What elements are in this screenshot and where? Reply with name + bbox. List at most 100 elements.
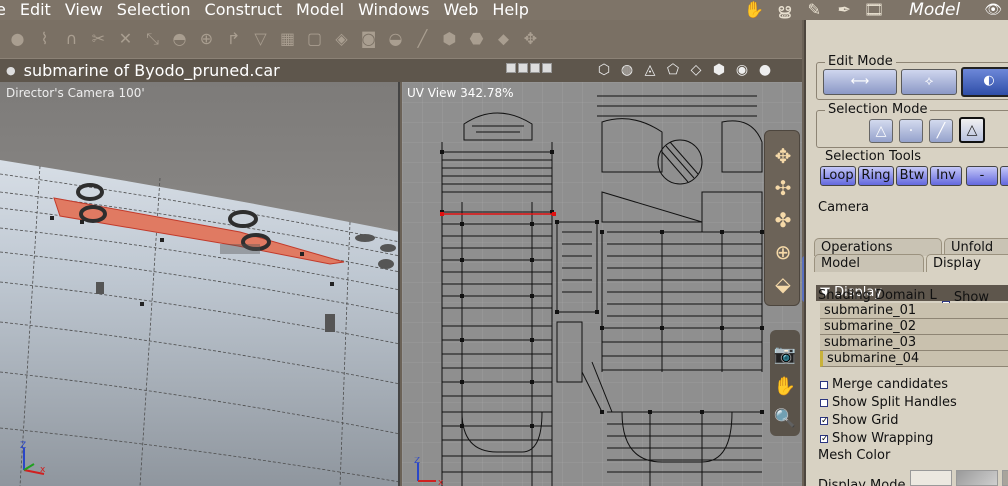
ring-button[interactable]: Ring — [858, 166, 894, 186]
edit-mode-3d-button[interactable]: ⟷ — [823, 69, 897, 95]
swirl-tool-icon[interactable]: ൠ — [771, 1, 797, 19]
domain-row[interactable]: submarine_01 — [820, 303, 1008, 319]
brush-tool-icon[interactable]: ✎ — [801, 1, 827, 19]
submarine-model[interactable] — [0, 82, 400, 486]
wire-dots-icon[interactable]: ⬠ — [663, 60, 683, 80]
shading-domain-label: Shading Domain L — [818, 288, 937, 303]
zoom-magnifier-icon[interactable]: 🔍 — [772, 404, 798, 434]
uv-viewport[interactable]: UV View 342.78% Z x — [402, 82, 802, 486]
scale-arrows-icon[interactable]: ✤ — [768, 205, 798, 235]
unfold-icon[interactable]: ⬣ — [463, 24, 490, 54]
menu-selection[interactable]: Selection — [117, 0, 191, 20]
dome-icon[interactable]: ◓ — [166, 24, 193, 54]
pin-icon[interactable]: ⬥ — [490, 24, 517, 54]
domain-row[interactable]: submarine_03 — [820, 335, 1008, 351]
select-object-icon[interactable]: △ — [869, 119, 893, 143]
move-icon[interactable]: ✥ — [517, 24, 544, 54]
cube-icon[interactable]: ⬢ — [436, 24, 463, 54]
deselect-button[interactable]: - — [966, 166, 998, 186]
edit-mode-title: Edit Mode — [825, 54, 896, 69]
menu-view[interactable]: View — [65, 0, 103, 20]
menu-web[interactable]: Web — [444, 0, 479, 20]
blob-icon[interactable]: ◒ — [382, 24, 409, 54]
cup-icon[interactable]: ▽ — [247, 24, 274, 54]
cube-transform-icon[interactable]: ⬙ — [768, 269, 798, 299]
option-label: Show Split Handles — [832, 395, 957, 410]
wire-cone-icon[interactable]: ◬ — [640, 60, 660, 80]
axis-z-label: Z — [20, 441, 26, 451]
select-vertex-icon[interactable]: · — [899, 119, 923, 143]
uv-layout[interactable] — [402, 82, 802, 486]
menu-construct[interactable]: Construct — [205, 0, 283, 20]
menu-windows[interactable]: Windows — [358, 0, 429, 20]
menu-model[interactable]: Model — [296, 0, 344, 20]
invert-button[interactable]: Inv — [930, 166, 962, 186]
box-icon[interactable]: ▢ — [301, 24, 328, 54]
layout-triple-icon[interactable] — [530, 63, 540, 73]
pan-hand-icon[interactable]: ✋ — [772, 372, 798, 402]
menu-file[interactable]: e — [0, 0, 6, 20]
layout-quad-icon[interactable] — [542, 63, 552, 73]
lamp-icon[interactable]: ⊕ — [193, 24, 220, 54]
axis-x-label: x — [40, 465, 46, 475]
edit-mode-uv-button[interactable]: ⟡ — [901, 69, 957, 95]
tab-display[interactable]: Display — [926, 254, 1008, 272]
move-arrows-icon[interactable]: ✥ — [768, 141, 798, 171]
layout-split-icon[interactable] — [518, 63, 528, 73]
texture-swatch[interactable] — [956, 470, 998, 486]
uv-view-zoom-label: UV View 342.78% — [407, 86, 514, 100]
loop-button[interactable]: Loop — [820, 166, 856, 186]
layout-single-icon[interactable] — [506, 63, 516, 73]
mode-label: Model — [909, 0, 961, 20]
wire-cube-icon[interactable]: ⬡ — [594, 60, 614, 80]
eraser-icon[interactable]: ◈ — [328, 24, 355, 54]
texture-shade-icon[interactable]: ● — [755, 60, 775, 80]
option-checkbox[interactable] — [820, 380, 828, 389]
more-tools-button[interactable] — [1000, 166, 1008, 186]
arrow-icon[interactable]: ↱ — [220, 24, 247, 54]
camera-icon[interactable]: 📷 — [772, 340, 798, 370]
option-checkbox-checked[interactable]: ✓ — [820, 416, 829, 425]
option-label: Show Grid — [832, 413, 899, 428]
show-split-handles-option[interactable]: Show Split Handles — [820, 395, 957, 410]
smooth-shade-icon[interactable]: ◉ — [732, 60, 752, 80]
move-4way-icon[interactable]: ✣ — [768, 173, 798, 203]
select-face-icon[interactable]: △ — [959, 117, 985, 143]
grid-icon[interactable]: ▦ — [274, 24, 301, 54]
knife-icon[interactable]: ╱ — [409, 24, 436, 54]
texture-swatch-2[interactable] — [1002, 470, 1008, 486]
cross-icon[interactable]: ✕ — [112, 24, 139, 54]
option-checkbox-checked[interactable]: ✓ — [820, 434, 829, 443]
rotate-sphere-icon[interactable]: ⊕ — [768, 237, 798, 267]
window-menu-icon[interactable]: ● — [6, 64, 16, 77]
eye-icon[interactable]: 👁 — [984, 2, 1002, 18]
show-wrapping-option[interactable]: ✓ Show Wrapping — [820, 431, 933, 446]
film-tool-icon[interactable]: 🎞 — [861, 1, 887, 19]
mesh-color-swatch[interactable] — [910, 470, 952, 486]
sphere-icon[interactable]: ● — [4, 24, 31, 54]
wire-sphere-icon[interactable]: ◍ — [617, 60, 637, 80]
bucket-icon[interactable]: ◙ — [355, 24, 382, 54]
select-edge-icon[interactable]: ╱ — [929, 119, 953, 143]
magnet-icon[interactable]: ∩ — [58, 24, 85, 54]
option-checkbox[interactable] — [820, 398, 828, 407]
perspective-viewport[interactable]: Director's Camera 100' Z x — [0, 82, 400, 486]
tab-model[interactable]: Model — [814, 254, 924, 272]
between-button[interactable]: Btw — [896, 166, 928, 186]
edit-mode-unfold-button[interactable]: ◐ — [961, 67, 1008, 97]
curve-icon[interactable]: ⌇ — [31, 24, 58, 54]
menu-help[interactable]: Help — [492, 0, 528, 20]
flat-shade-icon[interactable]: ⬢ — [709, 60, 729, 80]
merge-candidates-option[interactable]: Merge candidates — [820, 377, 948, 392]
menu-edit[interactable]: Edit — [20, 0, 51, 20]
scissors-icon[interactable]: ✂ — [85, 24, 112, 54]
camera-palette: 📷 ✋ 🔍 — [770, 330, 800, 436]
show-grid-option[interactable]: ✓ Show Grid — [820, 413, 899, 428]
scale-icon[interactable]: ⤡ — [139, 24, 166, 54]
pen-tool-icon[interactable]: ✒ — [831, 1, 857, 19]
hidden-line-icon[interactable]: ◇ — [686, 60, 706, 80]
hand-tool-icon[interactable]: ✋ — [741, 1, 767, 19]
domain-row[interactable]: submarine_02 — [820, 319, 1008, 335]
axis-gizmo: Z x — [20, 441, 46, 475]
domain-row[interactable]: submarine_04 — [820, 351, 1008, 367]
